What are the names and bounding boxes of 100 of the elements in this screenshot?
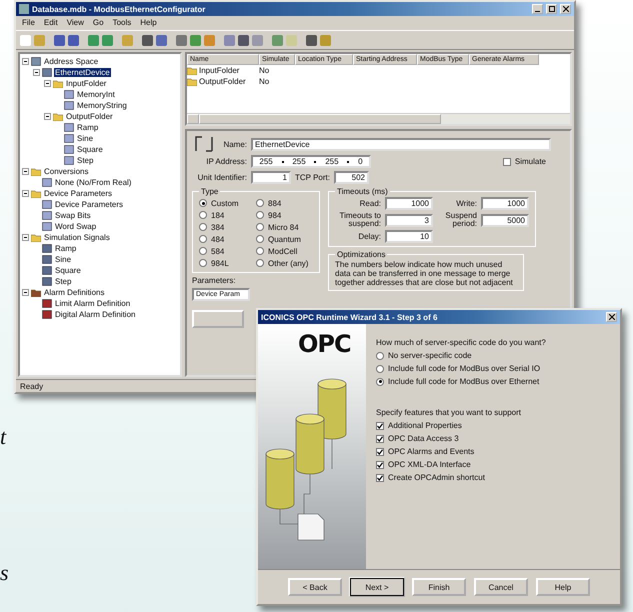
radio-button[interactable] xyxy=(376,352,384,360)
radio-button[interactable] xyxy=(256,199,264,207)
timeout-field[interactable]: 3 xyxy=(385,214,433,226)
toolbar-button[interactable] xyxy=(142,34,153,46)
dot-separator-icon xyxy=(314,160,316,162)
radio-button[interactable] xyxy=(199,247,207,255)
tree-item[interactable]: Ramp xyxy=(54,244,78,253)
checkbox[interactable] xyxy=(376,460,384,468)
tree-item[interactable]: Simulation Signals xyxy=(43,233,111,242)
tree-item[interactable]: Device Parameters xyxy=(43,189,114,198)
minimize-button[interactable] xyxy=(532,4,543,14)
tree-item[interactable]: MemoryInt xyxy=(76,90,116,99)
radio-button[interactable] xyxy=(199,199,207,207)
wizard-button[interactable]: Help xyxy=(536,578,590,596)
toolbar-button[interactable] xyxy=(306,34,317,46)
toolbar-button[interactable] xyxy=(102,34,113,46)
checkbox[interactable] xyxy=(376,422,384,430)
radio-button[interactable] xyxy=(199,259,207,267)
checkbox[interactable] xyxy=(376,474,384,482)
wizard-button[interactable]: Next > xyxy=(350,578,404,596)
tree-item[interactable]: Word Swap xyxy=(54,222,98,231)
collapse-icon[interactable] xyxy=(44,113,51,120)
menu-item[interactable]: Help xyxy=(140,18,157,28)
tree-item[interactable]: Digital Alarm Definition xyxy=(54,310,136,319)
radio-button[interactable] xyxy=(256,235,264,243)
radio-button[interactable] xyxy=(199,211,207,219)
tree-item[interactable]: Square xyxy=(76,145,104,154)
timeout-field[interactable]: 1000 xyxy=(385,197,433,210)
radio-label: Micro 84 xyxy=(268,222,299,232)
collapse-icon[interactable] xyxy=(22,289,29,296)
menu-item[interactable]: View xyxy=(66,18,84,28)
menu-item[interactable]: Tools xyxy=(112,18,132,28)
tree-item[interactable]: MemoryString xyxy=(76,101,128,110)
toolbar-button[interactable] xyxy=(88,34,99,46)
tree-item[interactable]: Swap Bits xyxy=(54,211,92,220)
checkbox[interactable] xyxy=(376,448,384,456)
wizard-button[interactable]: Finish xyxy=(412,578,466,596)
horizontal-scrollbar[interactable] xyxy=(187,113,570,124)
menu-item[interactable]: Go xyxy=(92,18,104,28)
tcp-port-field[interactable]: 502 xyxy=(334,171,369,184)
collapse-icon[interactable] xyxy=(22,190,29,197)
tree-item[interactable]: Address Space xyxy=(43,57,100,66)
radio-button[interactable] xyxy=(376,378,384,386)
checkbox-label: OPC Alarms and Events xyxy=(388,447,474,456)
maximize-button[interactable] xyxy=(546,4,557,14)
tree-item[interactable]: Alarm Definitions xyxy=(43,288,106,297)
name-field[interactable]: EthernetDevice xyxy=(251,138,551,150)
collapse-icon[interactable] xyxy=(22,58,29,65)
radio-label: 584 xyxy=(211,246,224,256)
menu-item[interactable]: Edit xyxy=(44,18,58,28)
toolbar-button[interactable] xyxy=(176,34,187,46)
tree-item[interactable]: InputFolder xyxy=(65,79,108,88)
collapse-icon[interactable] xyxy=(44,80,51,87)
collapse-icon[interactable] xyxy=(22,234,29,241)
radio-button[interactable] xyxy=(376,364,384,372)
radio-label: 384 xyxy=(211,222,224,232)
collapse-icon[interactable] xyxy=(22,168,29,175)
checkbox[interactable] xyxy=(502,158,511,166)
ip-address-field[interactable]: 255 255 255 0 xyxy=(251,155,371,168)
toolbar-button[interactable] xyxy=(190,34,201,46)
tree-item[interactable]: OutputFolder xyxy=(65,112,114,121)
radio-button[interactable] xyxy=(199,235,207,243)
checkbox[interactable] xyxy=(376,434,384,442)
toolbar-button[interactable] xyxy=(156,34,167,46)
tree-item[interactable]: None (No/From Real) xyxy=(54,178,132,187)
folder-icon xyxy=(31,189,41,198)
folder-icon xyxy=(53,112,63,121)
tree-item[interactable]: Sine xyxy=(54,255,72,264)
close-button[interactable] xyxy=(560,4,571,14)
tree-item[interactable]: Device Parameters xyxy=(54,200,124,209)
collapse-icon[interactable] xyxy=(33,69,40,76)
wizard-button[interactable]: Cancel xyxy=(474,578,528,596)
tree-item[interactable]: EthernetDevice xyxy=(54,68,111,77)
tree-item[interactable]: Step xyxy=(76,156,94,165)
timeout-field[interactable]: 10 xyxy=(385,230,433,243)
tree-item[interactable]: Conversions xyxy=(43,167,90,176)
radio-button[interactable] xyxy=(256,223,264,231)
radio-button[interactable] xyxy=(256,259,264,267)
toolbar-button[interactable] xyxy=(68,34,79,46)
field-label: Name: xyxy=(222,140,247,148)
tree-item[interactable]: Ramp xyxy=(76,123,100,132)
radio-button[interactable] xyxy=(199,223,207,231)
timeout-field[interactable]: 1000 xyxy=(481,197,529,210)
tree-item[interactable]: Step xyxy=(54,277,72,286)
field-label: Delay: xyxy=(357,232,381,240)
wizard-button[interactable]: < Back xyxy=(288,578,342,596)
menu-item[interactable]: File xyxy=(22,18,35,28)
toolbar-button[interactable] xyxy=(238,34,249,46)
list-cell: InputFolder xyxy=(199,66,240,75)
unit-id-field[interactable]: 1 xyxy=(251,171,291,184)
tree-item[interactable]: Limit Alarm Definition xyxy=(54,299,132,308)
field-label: Suspend period: xyxy=(444,212,477,228)
tree-item[interactable]: Square xyxy=(54,266,82,275)
radio-button[interactable] xyxy=(256,211,264,219)
timeout-field[interactable]: 5000 xyxy=(481,214,529,226)
tree-item[interactable]: Sine xyxy=(76,134,94,143)
radio-button[interactable] xyxy=(256,247,264,255)
close-button[interactable] xyxy=(606,312,617,322)
checkbox-label: OPC Data Access 3 xyxy=(388,434,459,443)
toolbar-button[interactable] xyxy=(54,34,65,46)
